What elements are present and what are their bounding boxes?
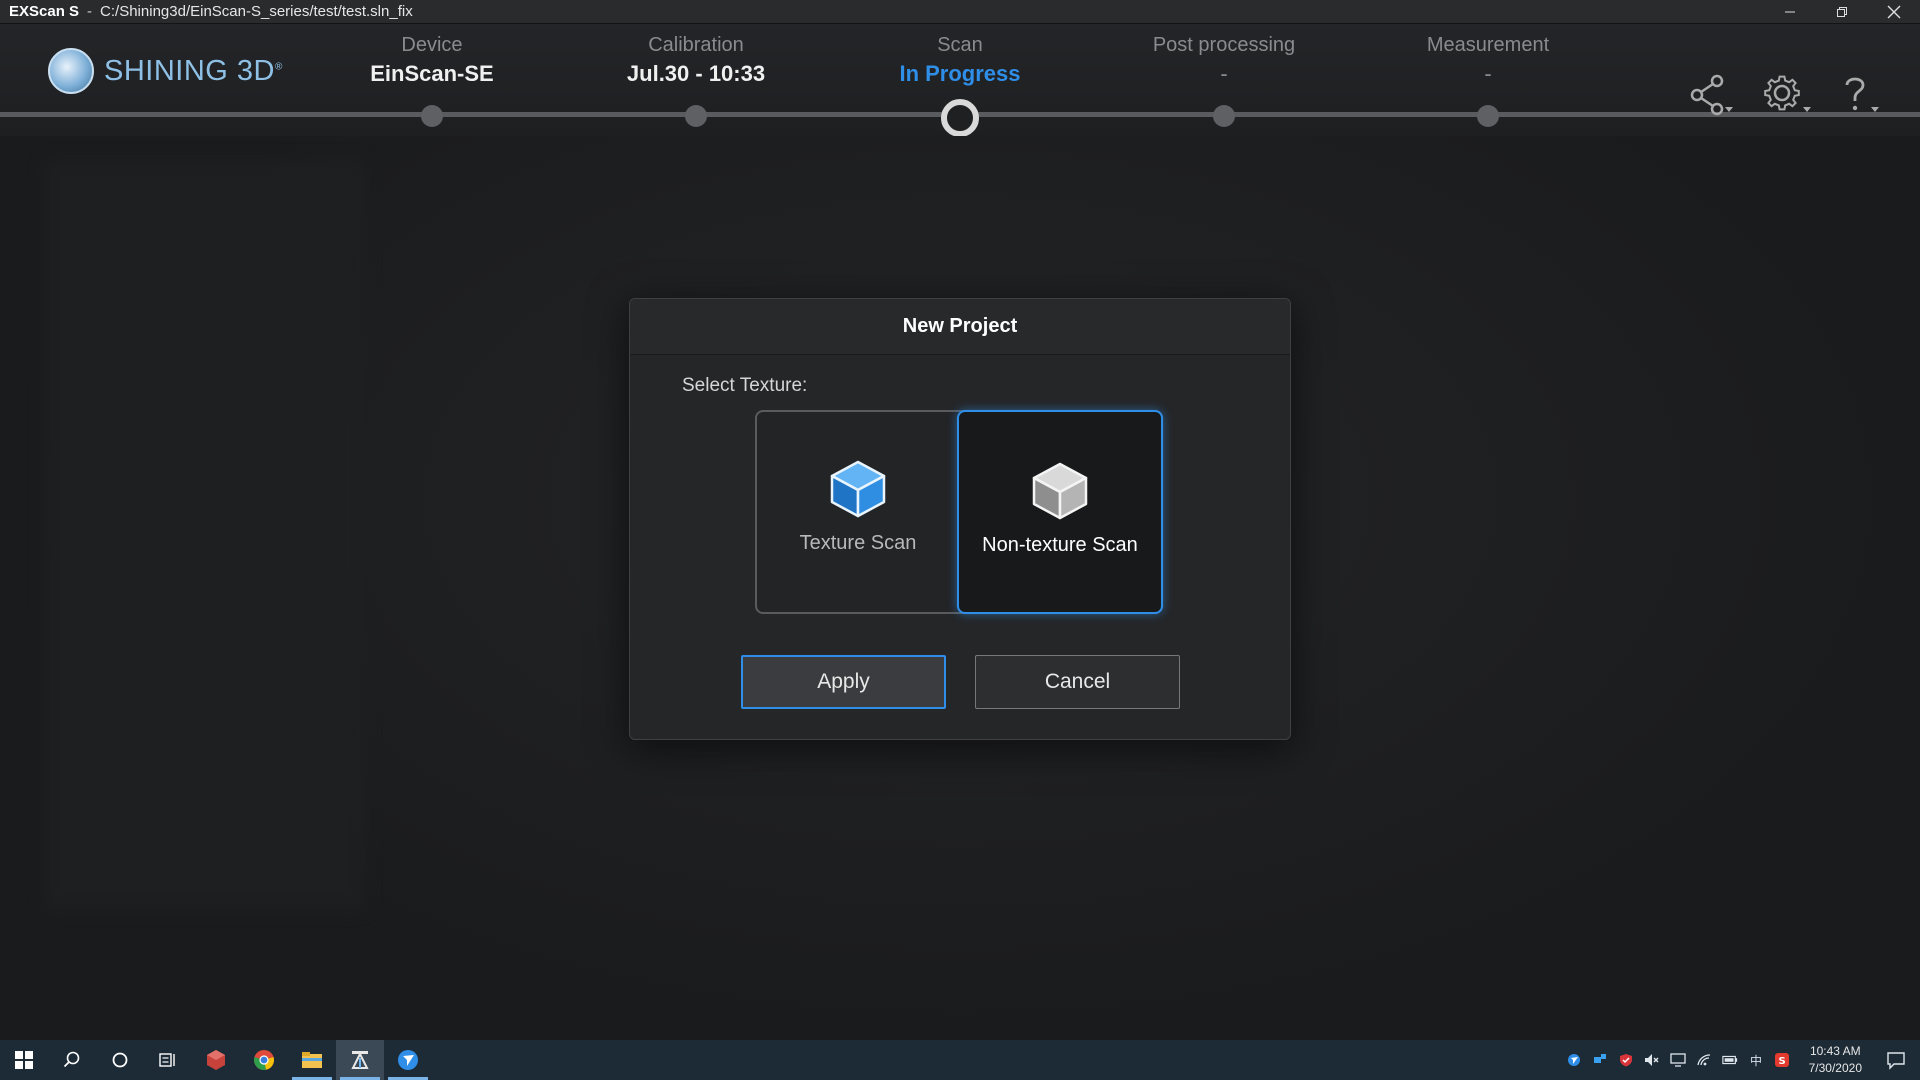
wifi-icon[interactable] (1696, 1052, 1712, 1068)
non-texture-scan-label: Non-texture Scan (982, 534, 1138, 556)
minimize-button[interactable] (1764, 0, 1816, 24)
step-label: Device (401, 34, 463, 56)
tray-security-icon[interactable] (1618, 1052, 1634, 1068)
clock-date: 7/30/2020 (1808, 1061, 1862, 1075)
help-button[interactable] (1834, 70, 1884, 120)
search-icon (63, 1051, 80, 1068)
share-icon (1690, 74, 1733, 116)
project-path: C:/Shining3d/EinScan-S_series/test/test.… (100, 3, 413, 20)
svg-text:S: S (1779, 1056, 1786, 1067)
exscan-app-icon (351, 1051, 369, 1069)
action-center-button[interactable] (1886, 1050, 1906, 1070)
notification-icon (1887, 1052, 1905, 1070)
system-clock[interactable]: 10:43 AM 7/30/2020 (1809, 1043, 1862, 1077)
share-button[interactable] (1686, 70, 1736, 120)
step-measurement[interactable]: Measurement - (1378, 34, 1598, 87)
restore-button[interactable] (1816, 0, 1868, 24)
step-label: Scan (937, 34, 983, 56)
ime-indicator[interactable]: 中 (1748, 1052, 1764, 1068)
blue-app-icon (398, 1050, 418, 1070)
volume-muted-icon[interactable] (1644, 1052, 1660, 1068)
gray-cube-icon (1032, 462, 1088, 520)
texture-option-group: Texture Scan Non-texture Scan (755, 410, 1163, 614)
tray-network-app-icon[interactable] (1592, 1052, 1608, 1068)
step-label: Measurement (1426, 34, 1550, 56)
cortana-circle-icon (112, 1052, 128, 1068)
chrome-icon (254, 1050, 274, 1070)
task-view-button[interactable] (144, 1040, 192, 1080)
blurred-side-panel (45, 160, 365, 910)
workflow-header: SHINING 3D® Device EinScan-SE Calibratio… (0, 24, 1920, 137)
new-project-dialog: New Project Select Texture: Texture Scan… (629, 298, 1291, 740)
step-post-processing[interactable]: Post processing - (1114, 34, 1334, 87)
windows-taskbar: 中 S 10:43 AM 7/30/2020 (0, 1040, 1920, 1080)
step-value: - (1484, 61, 1492, 86)
step-value: - (1220, 61, 1228, 86)
clock-time: 10:43 AM (1809, 1044, 1861, 1058)
tray-blue-app-icon[interactable] (1566, 1052, 1582, 1068)
logo-mark-icon (48, 48, 94, 94)
windows-logo-icon (15, 1051, 33, 1069)
window-controls (1764, 0, 1920, 24)
step-value: EinScan-SE (370, 61, 494, 86)
step-value: In Progress (899, 61, 1021, 86)
display-icon[interactable] (1670, 1052, 1686, 1068)
start-button[interactable] (0, 1040, 48, 1080)
step-value: Jul.30 - 10:33 (626, 61, 766, 86)
settings-button[interactable] (1762, 70, 1812, 120)
taskbar-app-blue-circle[interactable] (384, 1040, 432, 1080)
app-name: EXScan S (9, 3, 80, 20)
texture-scan-label: Texture Scan (799, 532, 917, 554)
step-device[interactable]: Device EinScan-SE (322, 34, 542, 87)
help-icon (1845, 77, 1879, 112)
minimize-icon (1785, 11, 1795, 13)
restore-icon (1837, 7, 1847, 17)
title-separator: - (87, 3, 93, 20)
step-scan[interactable]: Scan In Progress (850, 34, 1070, 87)
dialog-title: New Project (630, 299, 1290, 355)
taskbar-app-file-explorer[interactable] (288, 1040, 336, 1080)
step-node-post-processing[interactable] (1213, 105, 1235, 127)
system-tray: 中 S (1566, 1040, 1790, 1080)
step-node-measurement[interactable] (1477, 105, 1499, 127)
taskbar-app-chrome[interactable] (240, 1040, 288, 1080)
taskbar-app-exscan[interactable] (336, 1040, 384, 1080)
close-button[interactable] (1868, 0, 1920, 24)
cancel-button[interactable]: Cancel (975, 655, 1180, 709)
step-calibration[interactable]: Calibration Jul.30 - 10:33 (586, 34, 806, 87)
texture-scan-option[interactable]: Texture Scan (755, 410, 961, 614)
window-titlebar: EXScan S - C:/Shining3d/EinScan-S_series… (0, 0, 1920, 24)
battery-icon[interactable] (1722, 1052, 1738, 1068)
logo-trademark: ® (274, 60, 283, 72)
step-node-scan[interactable] (941, 99, 979, 137)
red-gem-app-icon (207, 1050, 225, 1070)
task-view-icon (159, 1053, 175, 1067)
non-texture-scan-option[interactable]: Non-texture Scan (957, 410, 1163, 614)
blue-cube-icon (830, 460, 886, 518)
cortana-button[interactable] (96, 1040, 144, 1080)
close-icon (1887, 5, 1901, 19)
step-label: Calibration (648, 34, 744, 56)
apply-button[interactable]: Apply (741, 655, 946, 709)
logo-brand: SHINING 3D (104, 54, 275, 87)
taskbar-app-red-gem[interactable] (192, 1040, 240, 1080)
select-texture-label: Select Texture: (682, 375, 808, 396)
folder-icon (302, 1052, 322, 1068)
step-label: Post processing (1152, 34, 1296, 56)
search-button[interactable] (48, 1040, 96, 1080)
step-node-device[interactable] (421, 105, 443, 127)
gear-icon (1764, 75, 1811, 112)
step-node-calibration[interactable] (685, 105, 707, 127)
tray-sogou-icon[interactable]: S (1774, 1052, 1790, 1068)
shining3d-logo: SHINING 3D® (48, 48, 283, 94)
